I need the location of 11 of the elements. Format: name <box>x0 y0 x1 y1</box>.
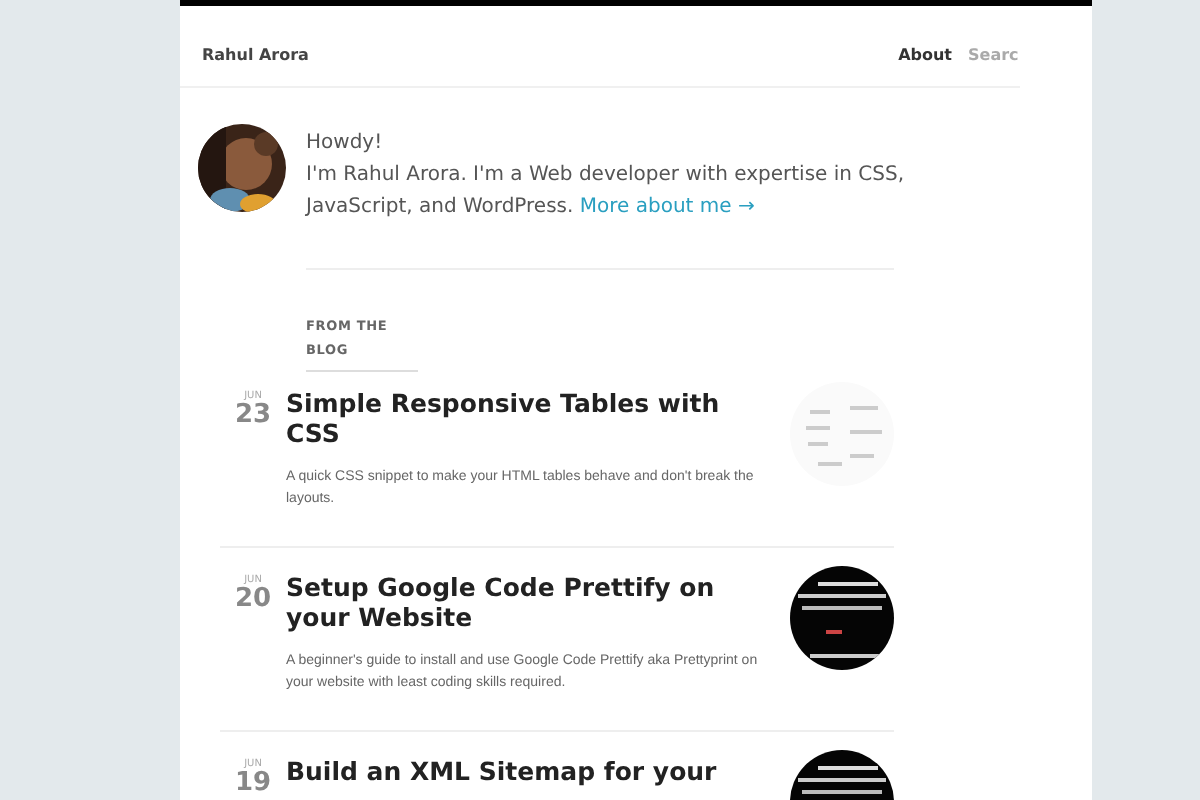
post-day: 20 <box>234 586 272 614</box>
bio-text: I'm Rahul Arora. I'm a Web developer with expertise in CSS, JavaScript, and WordPress. More about me → <box>306 162 906 222</box>
greeting: Howdy! <box>306 130 385 158</box>
post-day: 19 <box>234 770 272 798</box>
nav-link[interactable]: About <box>898 43 952 67</box>
site-title[interactable]: Rahul Arora <box>202 43 309 67</box>
post-title[interactable]: Simple Responsive Tables with CSS <box>286 388 766 448</box>
post-day: 23 <box>234 402 272 430</box>
search-field[interactable]: Searc <box>968 43 1020 67</box>
post-title[interactable]: Build an XML Sitemap for your <box>286 756 766 786</box>
post-title[interactable]: Setup Google Code Prettify on your Website <box>286 572 766 632</box>
